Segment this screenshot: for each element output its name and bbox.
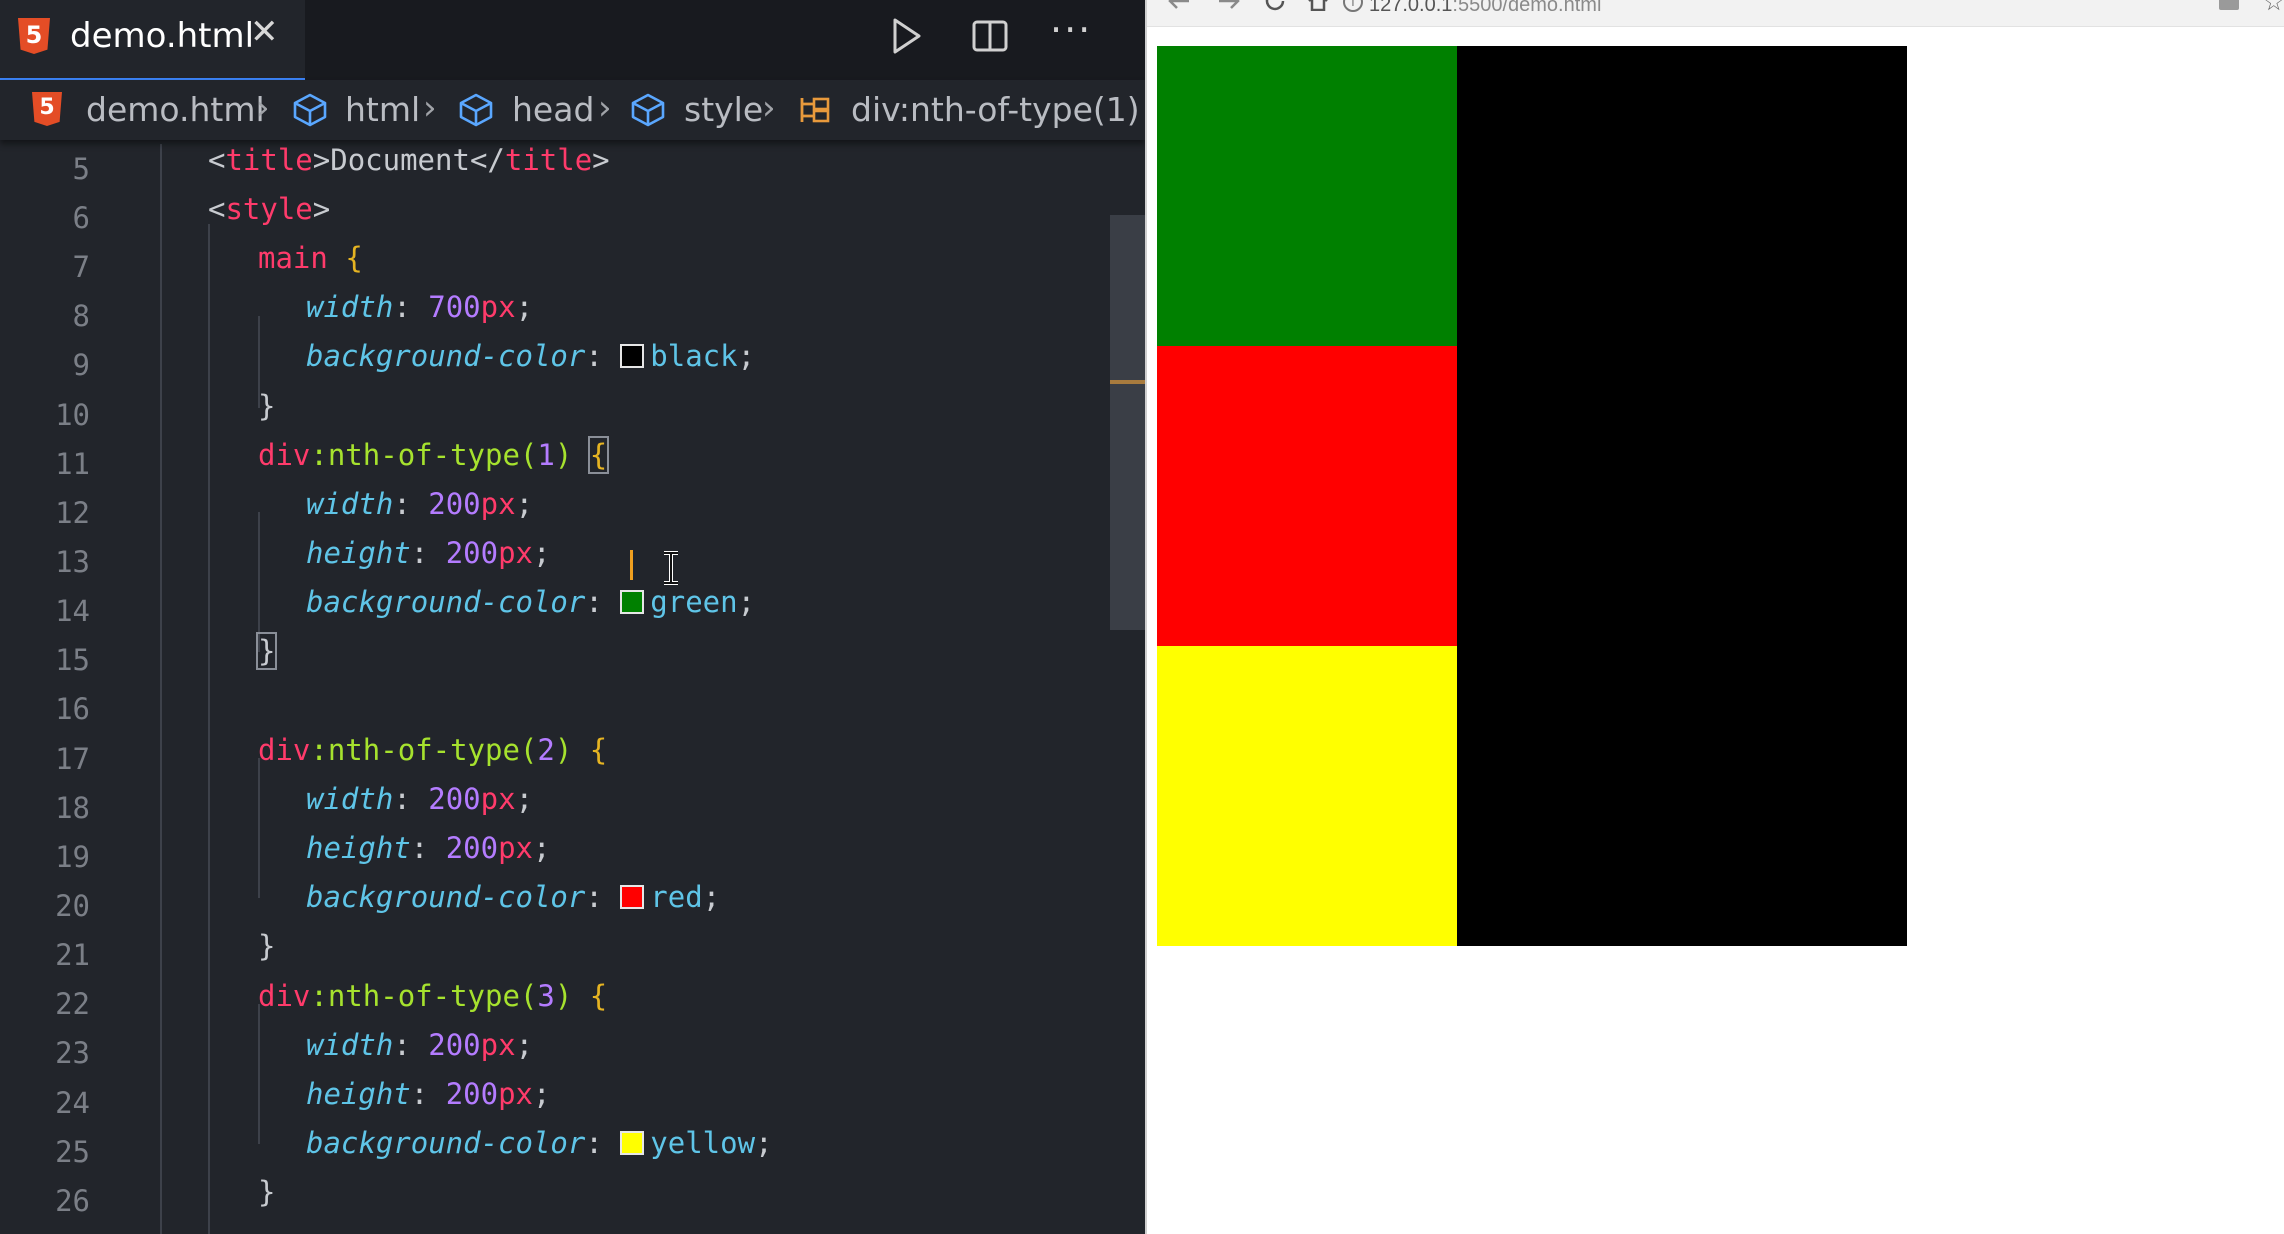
color-swatch[interactable] [620, 590, 645, 614]
color-swatch[interactable] [620, 1131, 645, 1155]
code-line-6: <style> [208, 192, 331, 226]
ibeam-cursor-icon [664, 551, 678, 585]
element-cube-icon [459, 93, 493, 127]
translate-icon[interactable] [2219, 0, 2239, 10]
forward-icon[interactable] [1215, 0, 1241, 11]
matched-bracket: { [587, 436, 610, 474]
rendered-div-3-yellow [1157, 646, 1457, 946]
text-cursor [630, 550, 633, 580]
code-line-19: height: 200px; [306, 831, 551, 865]
color-swatch[interactable] [620, 885, 645, 909]
url-host: 127.0.0.1 [1369, 0, 1453, 16]
breadcrumb-separator: › [762, 88, 776, 128]
indent-guide [208, 224, 210, 1234]
code-line-7: main { [258, 241, 363, 275]
code-line-20: background-color: red; [306, 880, 721, 914]
breadcrumb-file[interactable]: demo.html [86, 90, 265, 130]
code-line-12: width: 200px; [306, 487, 534, 521]
bookmark-star-icon[interactable]: ☆ [2263, 0, 2284, 16]
back-icon[interactable] [1167, 0, 1193, 11]
code-line-15: } [255, 627, 278, 675]
code-line-14: background-color: green; [306, 585, 756, 619]
code-line-23: width: 200px; [306, 1028, 534, 1062]
browser-preview-pane: i 127.0.0.1:5500/demo.html ☆ [1145, 0, 2284, 1234]
more-actions-button[interactable]: ··· [1050, 11, 1100, 60]
breadcrumb-separator: › [256, 88, 270, 128]
element-cube-icon [293, 93, 327, 127]
code-line-22: div:nth-of-type(3) { [258, 979, 608, 1013]
breadcrumb-html[interactable]: html [345, 90, 420, 130]
code-line-18: width: 200px; [306, 782, 534, 816]
indent-guide [258, 1004, 260, 1144]
breadcrumb: 5 demo.html › html › head › style › div:… [0, 80, 1145, 140]
css-selector-icon [800, 97, 830, 123]
code-line-21: } [258, 929, 276, 963]
tab-demo-html[interactable]: 5 demo.html ✕ [0, 0, 305, 80]
rendered-main-element [1157, 46, 1907, 946]
home-icon[interactable] [1305, 0, 1331, 11]
tab-label: demo.html [70, 16, 255, 56]
code-line-11: div:nth-of-type(1) { [258, 436, 610, 474]
code-line-9: background-color: black; [306, 339, 756, 373]
code-area[interactable]: <title>Document</title> <style> main { w… [0, 143, 1110, 1234]
breadcrumb-separator: › [598, 88, 612, 128]
html5-file-icon: 5 [18, 18, 50, 54]
play-icon [893, 18, 921, 54]
run-button[interactable] [885, 16, 935, 60]
code-line-10: } [258, 389, 276, 423]
code-editor-pane: 5 demo.html ✕ ··· 5 demo.html › html › h… [0, 0, 1145, 1234]
code-line-13: height: 200px; [306, 536, 551, 570]
split-editor-button[interactable] [970, 16, 1020, 60]
tab-close-icon[interactable]: ✕ [250, 12, 279, 52]
code-line-24: height: 200px; [306, 1077, 551, 1111]
code-line-5: <title>Document</title> [208, 143, 610, 177]
color-swatch[interactable] [620, 344, 645, 368]
breadcrumb-selector[interactable]: div:nth-of-type(1) [851, 90, 1140, 130]
rendered-div-2-red [1157, 346, 1457, 646]
indent-guide [160, 144, 162, 1234]
matched-bracket: } [255, 632, 278, 670]
code-line-26: } [258, 1175, 276, 1209]
breadcrumb-style[interactable]: style [684, 90, 763, 130]
code-line-17: div:nth-of-type(2) { [258, 733, 608, 767]
rendered-div-1-green [1157, 46, 1457, 346]
reload-icon[interactable] [1263, 0, 1289, 11]
indent-guide [258, 758, 260, 898]
browser-address-bar: i 127.0.0.1:5500/demo.html ☆ [1147, 0, 2284, 27]
breadcrumb-head[interactable]: head [512, 90, 594, 130]
breadcrumb-separator: › [423, 88, 437, 128]
html5-file-icon: 5 [32, 92, 62, 126]
url-path: :5500/demo.html [1452, 0, 1602, 16]
site-info-icon[interactable]: i [1343, 0, 1363, 12]
editor-scrollbar-thumb[interactable] [1110, 215, 1145, 630]
code-line-8: width: 700px; [306, 290, 534, 324]
split-editor-icon [972, 20, 1008, 52]
element-cube-icon [631, 93, 665, 127]
url-text[interactable]: 127.0.0.1:5500/demo.html [1369, 0, 1601, 17]
editor-tab-bar: 5 demo.html ✕ ··· [0, 0, 1145, 80]
code-line-25: background-color: yellow; [306, 1126, 773, 1160]
scrollbar-cursor-marker [1110, 380, 1145, 384]
